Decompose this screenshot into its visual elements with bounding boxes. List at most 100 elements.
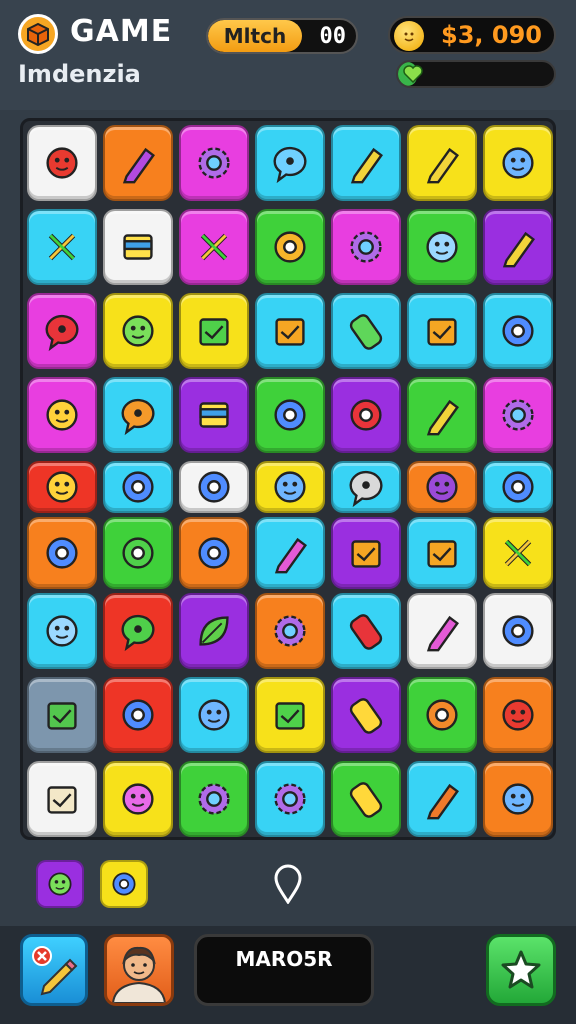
board-tile[interactable] xyxy=(103,293,173,369)
board-tile[interactable] xyxy=(407,517,477,589)
tray-item[interactable] xyxy=(36,860,84,908)
game-logo-icon xyxy=(18,14,58,54)
board-tile[interactable] xyxy=(27,209,97,285)
green-house-icon xyxy=(191,308,237,354)
board-tile[interactable] xyxy=(255,377,325,453)
board-tile[interactable] xyxy=(27,125,97,201)
board-tile[interactable] xyxy=(483,593,553,669)
avatar-button[interactable] xyxy=(104,934,174,1006)
green-face-icon xyxy=(43,867,77,901)
board-tile[interactable] xyxy=(179,517,249,589)
board-tile[interactable] xyxy=(407,461,477,513)
board-tile[interactable] xyxy=(407,761,477,837)
coin-counter[interactable]: $3, 090 xyxy=(388,16,556,54)
green-bat-icon xyxy=(191,224,237,270)
board-tile[interactable] xyxy=(483,517,553,589)
board-tile[interactable] xyxy=(483,209,553,285)
board-tile[interactable] xyxy=(331,461,401,513)
board-tile[interactable] xyxy=(407,125,477,201)
pink-eraser-icon xyxy=(267,530,313,576)
board-tile[interactable] xyxy=(483,461,553,513)
board-tile[interactable] xyxy=(179,761,249,837)
board-tile[interactable] xyxy=(103,461,173,513)
pink-eraser-icon xyxy=(419,608,465,654)
coin-icon xyxy=(394,21,424,51)
purple-gear-icon xyxy=(495,392,541,438)
board-tile[interactable] xyxy=(27,593,97,669)
board-tile[interactable] xyxy=(331,377,401,453)
board-tile[interactable] xyxy=(483,377,553,453)
board-tile[interactable] xyxy=(103,377,173,453)
board-tile[interactable] xyxy=(483,125,553,201)
gray-chat-icon xyxy=(343,464,389,510)
button-icon xyxy=(495,608,541,654)
edit-button[interactable] xyxy=(20,934,88,1006)
board-tile[interactable] xyxy=(179,593,249,669)
board-tile[interactable] xyxy=(27,517,97,589)
board-tile[interactable] xyxy=(255,125,325,201)
ghost-face-icon xyxy=(419,224,465,270)
yellow-battery-icon xyxy=(343,692,389,738)
board-tile[interactable] xyxy=(407,209,477,285)
board-tile[interactable] xyxy=(255,761,325,837)
check-box-icon xyxy=(39,692,85,738)
orange-chat-icon xyxy=(115,392,161,438)
board-tile[interactable] xyxy=(483,761,553,837)
board-tile[interactable] xyxy=(103,209,173,285)
favorite-button[interactable] xyxy=(486,934,556,1006)
board-tile[interactable] xyxy=(255,293,325,369)
board-tile[interactable] xyxy=(27,293,97,369)
coin-face-icon xyxy=(39,608,85,654)
board-tile[interactable] xyxy=(407,593,477,669)
yellow-face-icon xyxy=(39,464,85,510)
green-gear-icon xyxy=(343,224,389,270)
board-tile[interactable] xyxy=(179,377,249,453)
location-pin-icon[interactable] xyxy=(272,864,304,905)
board-tile[interactable] xyxy=(255,461,325,513)
tv-icon xyxy=(419,530,465,576)
board-tile[interactable] xyxy=(27,761,97,837)
board-tile[interactable] xyxy=(103,593,173,669)
green-gear-icon xyxy=(191,776,237,822)
green-bottle-icon xyxy=(343,308,389,354)
green-chat-icon xyxy=(115,608,161,654)
green-leaf-icon xyxy=(191,608,237,654)
board-tile[interactable] xyxy=(103,761,173,837)
board-tile[interactable] xyxy=(103,125,173,201)
board-tile[interactable] xyxy=(331,593,401,669)
board-tile[interactable] xyxy=(331,761,401,837)
board-tile[interactable] xyxy=(27,377,97,453)
board-tile[interactable] xyxy=(331,209,401,285)
blue-orb-icon xyxy=(115,692,161,738)
board-tile[interactable] xyxy=(179,461,249,513)
brush-icon xyxy=(343,140,389,186)
board-tile[interactable] xyxy=(407,677,477,753)
board-tile[interactable] xyxy=(103,677,173,753)
blue-face-icon xyxy=(495,140,541,186)
board-tile[interactable] xyxy=(179,209,249,285)
level-name: Imdenzia xyxy=(18,60,141,88)
board-tile[interactable] xyxy=(255,209,325,285)
board-tile[interactable] xyxy=(103,517,173,589)
board-tile[interactable] xyxy=(331,517,401,589)
board-tile[interactable] xyxy=(483,293,553,369)
board-tile[interactable] xyxy=(331,293,401,369)
paint-tube-icon xyxy=(419,140,465,186)
board-tile[interactable] xyxy=(331,677,401,753)
board-tile[interactable] xyxy=(179,125,249,201)
blue-robot-icon xyxy=(191,692,237,738)
green-house-icon xyxy=(267,692,313,738)
tray-item[interactable] xyxy=(100,860,148,908)
board-tile[interactable] xyxy=(407,293,477,369)
board-tile[interactable] xyxy=(255,677,325,753)
board-tile[interactable] xyxy=(27,461,97,513)
board-tile[interactable] xyxy=(27,677,97,753)
board-tile[interactable] xyxy=(255,593,325,669)
board-tile[interactable] xyxy=(179,677,249,753)
board-tile[interactable] xyxy=(255,517,325,589)
board-tile[interactable] xyxy=(483,677,553,753)
board-tile[interactable] xyxy=(407,377,477,453)
blue-splat-icon xyxy=(191,530,237,576)
board-tile[interactable] xyxy=(179,293,249,369)
board-tile[interactable] xyxy=(331,125,401,201)
